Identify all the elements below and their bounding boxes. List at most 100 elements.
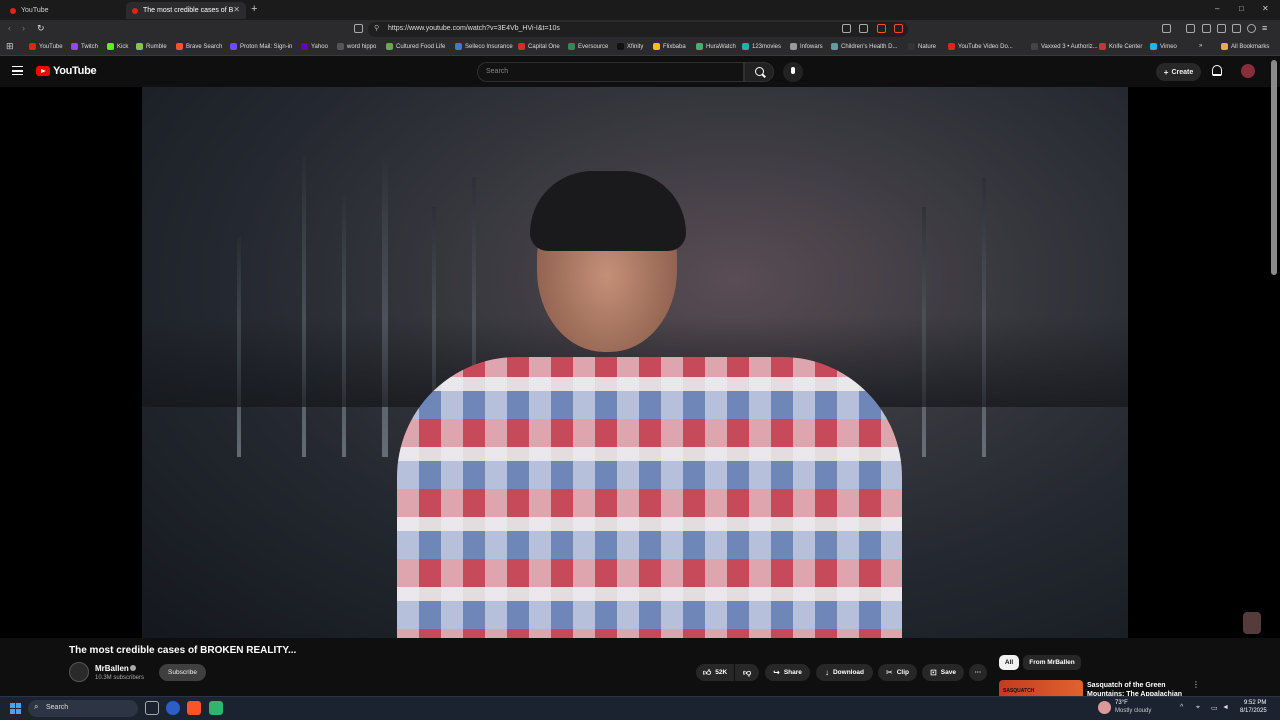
bookmark-item[interactable]: Kick (107, 43, 128, 50)
tab-label: The most credible cases of B (143, 7, 234, 14)
forward-icon[interactable]: › (22, 23, 25, 33)
bookmark-item[interactable]: word hippo (337, 43, 376, 50)
all-bookmarks-folder[interactable]: All Bookmarks (1221, 43, 1269, 50)
app-icon[interactable] (209, 701, 223, 715)
bookmark-item[interactable]: Capital One (518, 43, 560, 50)
youtube-logo[interactable]: YouTube (36, 65, 97, 77)
bookmark-item[interactable]: Nature (908, 43, 936, 50)
download-icon: ↓ (824, 668, 829, 677)
video-player[interactable] (0, 87, 1280, 638)
search-button[interactable] (744, 62, 774, 82)
tab-youtube[interactable]: YouTube (4, 2, 124, 19)
clock-date[interactable]: 8/17/2025 (1240, 708, 1267, 714)
bookmark-item[interactable]: YouTube (29, 43, 63, 50)
brave-browser-icon[interactable] (187, 701, 201, 715)
close-tab-icon[interactable]: ✕ (233, 5, 240, 14)
sidebar-icon[interactable] (1202, 24, 1211, 33)
new-tab-button[interactable]: + (251, 3, 257, 15)
bookmark-item[interactable]: Vaxxed 3 • Authoriz... (1031, 43, 1098, 50)
bookmark-item[interactable]: Knife Center (1099, 43, 1142, 50)
bookmark-favicon-icon (518, 43, 525, 50)
copilot-icon[interactable] (166, 701, 180, 715)
channel-avatar[interactable] (69, 662, 89, 682)
all-bookmarks-label: All Bookmarks (1231, 43, 1270, 50)
windows-start-icon[interactable] (10, 703, 21, 714)
menu-icon[interactable]: ≡ (1262, 23, 1267, 33)
reload-icon[interactable]: ↻ (37, 23, 45, 34)
bookmark-item[interactable]: Rumble (136, 43, 167, 50)
bookmark-item[interactable]: Brave Search (176, 43, 222, 50)
vpn-icon[interactable] (1247, 24, 1256, 33)
clip-button[interactable]: ✂ Clip (878, 664, 917, 681)
apps-grid-icon[interactable]: ⊞ (6, 41, 14, 52)
cast-icon[interactable] (842, 24, 851, 33)
recommended-video-thumbnail[interactable]: SASQUATCH (999, 680, 1083, 696)
network-icon[interactable]: ▭ (1211, 704, 1218, 712)
site-info-icon[interactable]: ⚲ (374, 24, 379, 32)
bookmark-item[interactable]: YouTube Video Do... (948, 43, 1013, 50)
taskbar-search[interactable]: ⌕ Search (28, 700, 138, 717)
tab-video[interactable]: The most credible cases of B ✕ (126, 2, 246, 19)
bookmark-item[interactable]: Children's Health D... (831, 43, 898, 50)
close-window-button[interactable]: ✕ (1262, 4, 1269, 13)
weather-icon[interactable] (1098, 701, 1111, 714)
chip-from-channel[interactable]: From MrBallen (1023, 655, 1081, 670)
page-scrollbar[interactable] (1271, 60, 1277, 275)
presenter-plaid-shirt (397, 357, 902, 638)
bookmark-item[interactable]: 123movies (742, 43, 781, 50)
channel-name[interactable]: MrBallen (95, 664, 129, 673)
voice-search-icon[interactable] (783, 62, 803, 82)
volume-icon[interactable]: ◄ (1222, 704, 1229, 711)
bookmark-item[interactable]: Infowars (790, 43, 823, 50)
maximize-button[interactable]: □ (1239, 4, 1244, 13)
media-icon[interactable] (1186, 24, 1195, 33)
more-actions-button[interactable]: ··· (969, 664, 987, 681)
save-label: Save (940, 669, 956, 676)
extensions-puzzle-icon[interactable] (1232, 24, 1241, 33)
dislike-button[interactable]: 👎︎ (735, 664, 759, 681)
brave-rewards-icon[interactable] (894, 24, 903, 33)
bookmark-item[interactable]: Proton Mail: Sign-in (230, 43, 292, 50)
channel-watermark[interactable] (1243, 612, 1261, 634)
back-icon[interactable]: ‹ (8, 23, 11, 33)
like-button[interactable]: 👍︎ 52K (696, 664, 734, 681)
notifications-bell-icon[interactable] (1212, 65, 1222, 76)
recommended-more-icon[interactable]: ⋮ (1192, 680, 1200, 689)
bookmark-label: 123movies (752, 43, 782, 50)
bookmark-item[interactable]: Selleco Insurance (455, 43, 513, 50)
share-button[interactable]: ↪ Share (765, 664, 810, 681)
bookmark-item[interactable]: Flixbaba (653, 43, 686, 50)
more-actions-icon: ··· (974, 669, 982, 676)
bookmark-favicon-icon (136, 43, 143, 50)
create-button[interactable]: + Create (1156, 63, 1201, 81)
recommended-video-title[interactable]: Sasquatch of the Green Mountains: The Ap… (1087, 681, 1187, 696)
bookmark-item[interactable]: HuraWatch (696, 43, 736, 50)
bookmark-page-icon[interactable] (354, 24, 363, 33)
location-icon[interactable]: ⌖ (1196, 704, 1200, 712)
bookmark-item[interactable]: Eversource (568, 43, 608, 50)
brave-shield-icon[interactable] (877, 24, 886, 33)
bookmark-item[interactable]: Twitch (71, 43, 98, 50)
bookmark-item[interactable]: Yahoo (301, 43, 328, 50)
clock-time[interactable]: 9:52 PM (1244, 700, 1266, 706)
chip-all[interactable]: All (999, 655, 1019, 670)
tray-chevron-icon[interactable]: ^ (1180, 704, 1183, 711)
video-frame (142, 87, 1128, 638)
wallet-icon[interactable] (1217, 24, 1226, 33)
account-avatar[interactable] (1241, 64, 1255, 78)
guide-menu-icon[interactable] (12, 66, 23, 75)
bookmark-item[interactable]: Cultured Food Life (386, 43, 445, 50)
bookmark-favicon-icon (831, 43, 838, 50)
extension-icon[interactable] (1162, 24, 1171, 33)
subscribe-button[interactable]: Subscribe (159, 664, 206, 681)
bookmark-item[interactable]: Xfinity (617, 43, 643, 50)
download-button[interactable]: ↓ Download (816, 664, 873, 681)
bookmark-item[interactable]: Vimeo (1150, 43, 1177, 50)
more-bookmarks-icon[interactable]: » (1199, 43, 1202, 49)
minimize-button[interactable]: – (1215, 4, 1219, 13)
share-page-icon[interactable] (859, 24, 868, 33)
task-view-icon[interactable] (145, 701, 159, 715)
address-bar[interactable]: ⚲ https://www.youtube.com/watch?v=3E4Vb_… (368, 22, 908, 37)
search-input[interactable]: Search (477, 62, 744, 82)
save-button[interactable]: ⊡ Save (922, 664, 964, 681)
